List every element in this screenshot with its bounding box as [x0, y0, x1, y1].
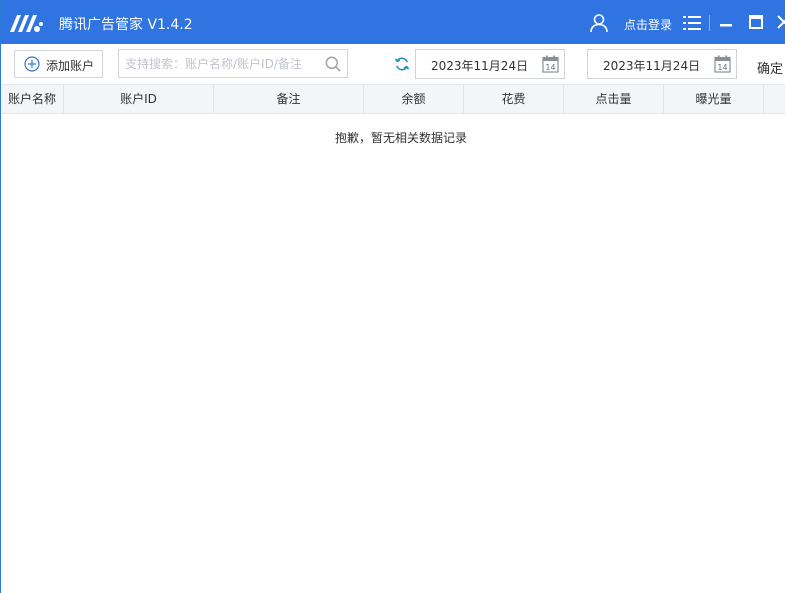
column-header-account-id[interactable]: 账户ID [64, 85, 214, 113]
column-header-account-name[interactable]: 账户名称 [1, 85, 64, 113]
refresh-icon[interactable] [394, 56, 410, 72]
start-date-picker[interactable]: 2023年11月24日 14 [415, 49, 565, 79]
maximize-icon[interactable] [749, 15, 763, 29]
column-header-clicks[interactable]: 点击量 [564, 85, 664, 113]
toolbar: 添加账户 2023年11月24日 14 [1, 44, 785, 84]
plus-circle-icon [24, 56, 40, 72]
column-header-more[interactable] [764, 85, 785, 113]
end-date-value: 2023年11月24日 [603, 59, 701, 73]
calendar-day-number: 14 [545, 63, 555, 72]
end-date-picker[interactable]: 2023年11月24日 14 [587, 49, 737, 79]
column-header-spend[interactable]: 花费 [464, 85, 564, 113]
title-bar-divider [709, 15, 710, 31]
start-date-value: 2023年11月24日 [431, 59, 529, 73]
search-icon[interactable] [325, 56, 341, 72]
menu-list-icon[interactable] [683, 16, 701, 30]
search-box [118, 49, 348, 78]
app-window: 腾讯广告管家 V1.4.2 点击登录 添加账户 支持搜索：账户名称/账户ID/备… [0, 0, 785, 593]
app-title: 腾讯广告管家 V1.4.2 [59, 17, 193, 33]
calendar-day-number: 14 [717, 63, 727, 72]
calendar-icon[interactable]: 14 [714, 55, 731, 73]
calendar-icon[interactable]: 14 [542, 55, 559, 73]
search-input[interactable] [125, 53, 317, 74]
confirm-button[interactable]: 确定 [757, 58, 783, 77]
title-bar[interactable]: 腾讯广告管家 V1.4.2 点击登录 [1, 0, 785, 44]
column-header-impressions[interactable]: 曝光量 [664, 85, 764, 113]
add-account-label: 添加账户 [46, 59, 95, 73]
table-header: 账户名称 账户ID 备注 余额 花费 点击量 曝光量 [1, 84, 785, 114]
column-header-balance[interactable]: 余额 [364, 85, 464, 113]
user-icon[interactable] [589, 13, 609, 33]
column-header-remark[interactable]: 备注 [214, 85, 364, 113]
minimize-icon[interactable] [720, 16, 732, 28]
empty-table-message: 抱歉，暂无相关数据记录 [334, 131, 467, 145]
app-logo-icon [10, 15, 43, 32]
close-icon[interactable] [777, 15, 785, 29]
login-link[interactable]: 点击登录 [624, 16, 672, 33]
add-account-button[interactable]: 添加账户 [14, 50, 103, 78]
